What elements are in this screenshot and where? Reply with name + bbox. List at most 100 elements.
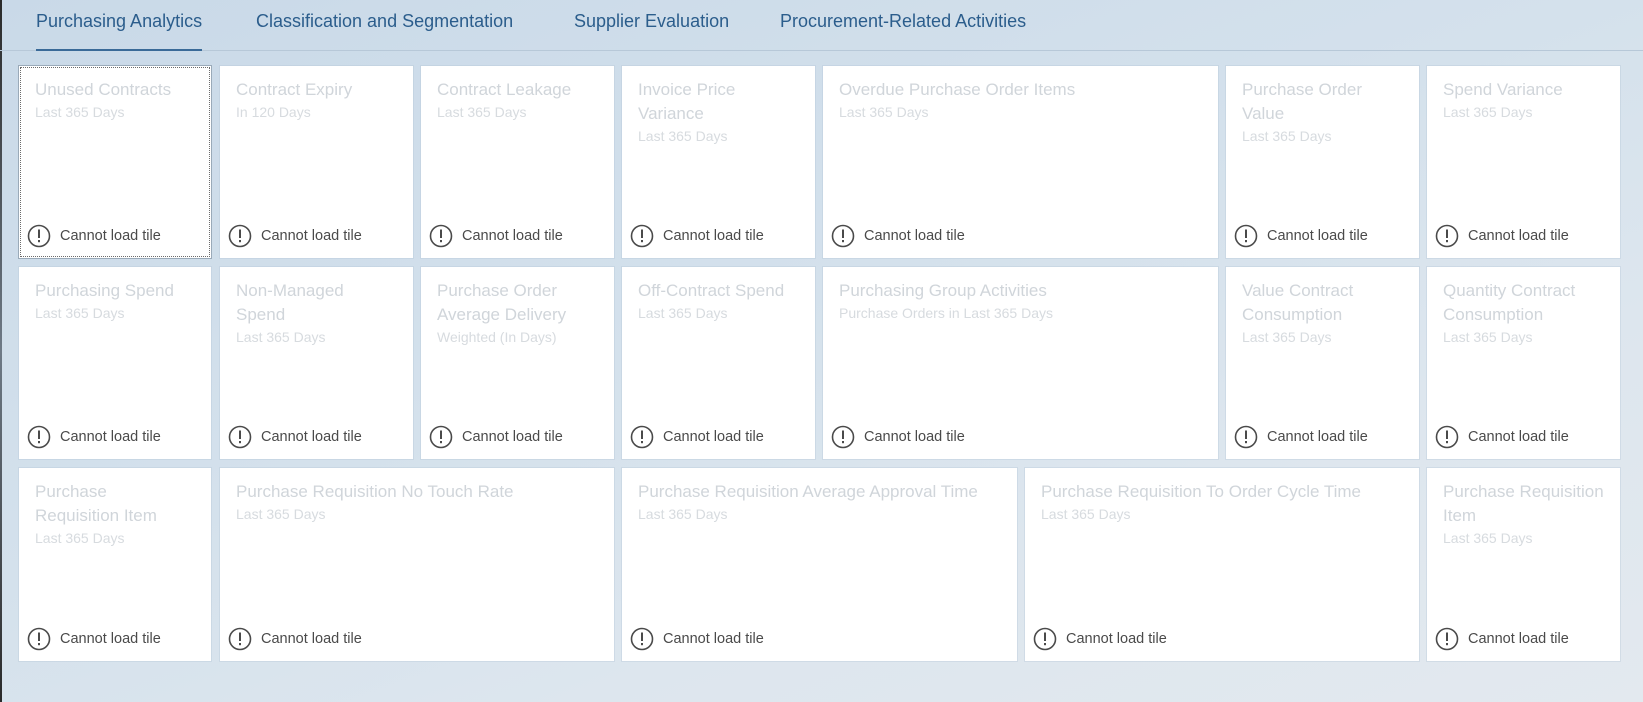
tile-invoice-price-variance[interactable]: Invoice Price Variance Last 365 Days Can… <box>622 66 815 258</box>
tile-title: Invoice Price Variance <box>638 80 736 123</box>
exclamation-circle-icon <box>228 627 252 651</box>
tab-procurement-related-activities[interactable]: Procurement-Related Activities <box>780 0 1026 49</box>
error-message: Cannot load tile <box>462 429 563 445</box>
tile-error: Cannot load tile <box>630 224 764 248</box>
tile-title: Purchase Requisition Item <box>1443 482 1604 525</box>
tile-subtitle: In 120 Days <box>236 104 311 120</box>
tile-title: Overdue Purchase Order Items <box>839 80 1076 99</box>
tile-quantity-contract-consumption[interactable]: Quantity Contract Consumption Last 365 D… <box>1427 267 1620 459</box>
window-left-edge <box>0 0 2 702</box>
tile-subtitle: Last 365 Days <box>1443 104 1533 120</box>
error-message: Cannot load tile <box>864 228 965 244</box>
tile-error: Cannot load tile <box>831 425 965 449</box>
tile-subtitle: Last 365 Days <box>1242 329 1332 345</box>
error-message: Cannot load tile <box>261 228 362 244</box>
tile-error: Cannot load tile <box>228 425 362 449</box>
exclamation-circle-icon <box>831 425 855 449</box>
tile-error: Cannot load tile <box>831 224 965 248</box>
tile-title: Purchase Order Average Delivery <box>437 281 567 324</box>
error-message: Cannot load tile <box>60 631 161 647</box>
tile-title: Value Contract Consumption <box>1242 281 1354 324</box>
tile-purchase-requisition-to-order-cycle-time[interactable]: Purchase Requisition To Order Cycle Time… <box>1025 468 1419 661</box>
exclamation-circle-icon <box>630 425 654 449</box>
tile-subtitle: Last 365 Days <box>35 530 125 546</box>
tile-subtitle: Last 365 Days <box>638 506 728 522</box>
tab-bar: Purchasing Analytics Classification and … <box>0 0 1643 51</box>
tile-overdue-purchase-order-items[interactable]: Overdue Purchase Order Items Last 365 Da… <box>823 66 1218 258</box>
tile-title: Purchase Requisition Average Approval Ti… <box>638 482 978 501</box>
tile-subtitle: Last 365 Days <box>236 329 326 345</box>
tile-purchase-requisition-item[interactable]: Purchase Requisition Item Last 365 Days … <box>19 468 211 661</box>
tile-subtitle: Weighted (In Days) <box>437 329 557 345</box>
tile-error: Cannot load tile <box>1435 425 1569 449</box>
tab-purchasing-analytics[interactable]: Purchasing Analytics <box>36 0 203 51</box>
error-message: Cannot load tile <box>261 631 362 647</box>
tile-contract-expiry[interactable]: Contract Expiry In 120 Days Cannot load … <box>220 66 413 258</box>
exclamation-circle-icon <box>27 425 51 449</box>
tile-purchase-requisition-average-approval-time[interactable]: Purchase Requisition Average Approval Ti… <box>622 468 1017 661</box>
error-message: Cannot load tile <box>261 429 362 445</box>
tile-purchase-requisition-item-2[interactable]: Purchase Requisition Item Last 365 Days … <box>1427 468 1620 661</box>
exclamation-circle-icon <box>27 627 51 651</box>
tile-error: Cannot load tile <box>228 224 362 248</box>
tile-subtitle: Last 365 Days <box>236 506 326 522</box>
error-message: Cannot load tile <box>1267 429 1368 445</box>
tile-purchasing-group-activities[interactable]: Purchasing Group Activities Purchase Ord… <box>823 267 1218 459</box>
error-message: Cannot load tile <box>1267 228 1368 244</box>
exclamation-circle-icon <box>1435 224 1459 248</box>
tile-title: Unused Contracts <box>35 80 172 99</box>
error-message: Cannot load tile <box>864 429 965 445</box>
error-message: Cannot load tile <box>1468 429 1569 445</box>
tile-unused-contracts[interactable]: Unused Contracts Last 365 Days Cannot lo… <box>19 66 211 258</box>
tile-error: Cannot load tile <box>27 224 161 248</box>
tile-off-contract-spend[interactable]: Off-Contract Spend Last 365 Days Cannot … <box>622 267 815 459</box>
tile-title: Purchasing Group Activities <box>839 281 1047 300</box>
tile-purchase-order-average-delivery[interactable]: Purchase Order Average Delivery Weighted… <box>421 267 614 459</box>
tile-purchase-requisition-no-touch-rate[interactable]: Purchase Requisition No Touch Rate Last … <box>220 468 614 661</box>
exclamation-circle-icon <box>630 627 654 651</box>
tile-subtitle: Last 365 Days <box>638 305 728 321</box>
exclamation-circle-icon <box>27 224 51 248</box>
tile-subtitle: Last 365 Days <box>839 104 929 120</box>
tile-error: Cannot load tile <box>27 627 161 651</box>
error-message: Cannot load tile <box>663 429 764 445</box>
tile-value-contract-consumption[interactable]: Value Contract Consumption Last 365 Days… <box>1226 267 1419 459</box>
tab-classification-and-segmentation[interactable]: Classification and Segmentation <box>256 0 513 49</box>
error-message: Cannot load tile <box>663 631 764 647</box>
tile-error: Cannot load tile <box>630 425 764 449</box>
tile-subtitle: Purchase Orders in Last 365 Days <box>839 305 1053 321</box>
tile-subtitle: Last 365 Days <box>638 128 728 144</box>
error-message: Cannot load tile <box>1468 631 1569 647</box>
exclamation-circle-icon <box>831 224 855 248</box>
tile-title: Non-Managed Spend <box>236 281 344 324</box>
tile-purchasing-spend[interactable]: Purchasing Spend Last 365 Days Cannot lo… <box>19 267 211 459</box>
tile-subtitle: Last 365 Days <box>35 104 125 120</box>
exclamation-circle-icon <box>1435 627 1459 651</box>
error-message: Cannot load tile <box>462 228 563 244</box>
tile-title: Contract Leakage <box>437 80 572 99</box>
tile-title: Off-Contract Spend <box>638 281 785 300</box>
launchpad-page: Purchasing Analytics Classification and … <box>0 0 1643 702</box>
tile-spend-variance[interactable]: Spend Variance Last 365 Days Cannot load… <box>1427 66 1620 258</box>
tile-purchase-order-value[interactable]: Purchase Order Value Last 365 Days Canno… <box>1226 66 1419 258</box>
tile-error: Cannot load tile <box>228 627 362 651</box>
tile-title: Purchase Requisition To Order Cycle Time <box>1041 482 1361 501</box>
tab-supplier-evaluation[interactable]: Supplier Evaluation <box>574 0 729 49</box>
tile-error: Cannot load tile <box>429 224 563 248</box>
error-message: Cannot load tile <box>1468 228 1569 244</box>
error-message: Cannot load tile <box>60 429 161 445</box>
tile-subtitle: Last 365 Days <box>437 104 527 120</box>
exclamation-circle-icon <box>1033 627 1057 651</box>
exclamation-circle-icon <box>1234 425 1258 449</box>
tile-subtitle: Last 365 Days <box>35 305 125 321</box>
error-message: Cannot load tile <box>1066 631 1167 647</box>
tile-title: Purchasing Spend <box>35 281 174 300</box>
tile-subtitle: Last 365 Days <box>1443 329 1533 345</box>
tile-contract-leakage[interactable]: Contract Leakage Last 365 Days Cannot lo… <box>421 66 614 258</box>
tile-error: Cannot load tile <box>1234 425 1368 449</box>
tile-non-managed-spend[interactable]: Non-Managed Spend Last 365 Days Cannot l… <box>220 267 413 459</box>
error-message: Cannot load tile <box>60 228 161 244</box>
tile-title: Purchase Requisition Item <box>35 482 157 525</box>
tile-title: Purchase Order Value <box>1242 80 1362 123</box>
tile-subtitle: Last 365 Days <box>1443 530 1533 546</box>
